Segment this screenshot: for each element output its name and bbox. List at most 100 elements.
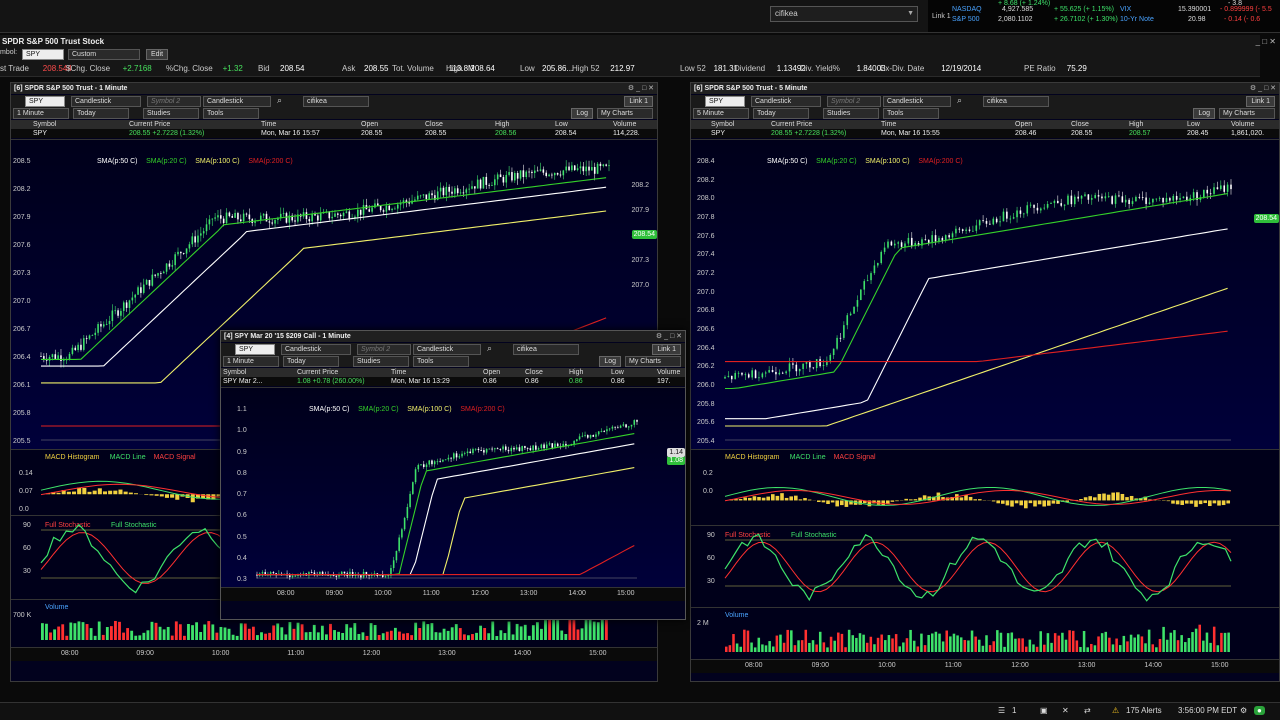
chevron-down-icon[interactable]: ▼ <box>907 10 914 17</box>
edit-button[interactable]: Edit <box>146 49 169 60</box>
log-button[interactable]: Log <box>1193 108 1215 119</box>
ticker-row-1[interactable]: NASDAQ 4,927.585 + 55.625 (+ 1.15%) VIX … <box>928 6 1280 15</box>
panel-title[interactable]: [4] SPY Mar 20 '15 $209 Call - 1 Minute ⚙… <box>221 331 685 342</box>
window-controls[interactable]: ⚙ _ □ ✕ <box>628 83 654 94</box>
gear-icon[interactable]: ⚙ <box>1240 706 1247 715</box>
window-controls[interactable]: ⚙ _ □ ✕ <box>1250 83 1276 94</box>
command-input[interactable]: cifikea ▼ <box>770 6 918 22</box>
symbol-input[interactable]: SPY <box>235 344 275 355</box>
stochastic-pane[interactable]: Full Stochastic Full Stochastic 90 60 30 <box>691 525 1279 607</box>
range-select[interactable]: Today <box>283 356 339 367</box>
ticker-row-2[interactable]: S&P 500 2,080.1102 + 26.7102 (+ 1.30%) 1… <box>928 16 1280 25</box>
time-axis[interactable]: 08:00 09:00 10:00 11:00 12:00 13:00 14:00 15:00 <box>221 587 685 601</box>
quote-cell: 0.86 <box>483 378 497 385</box>
menu-icon[interactable]: ☰ <box>998 706 1005 715</box>
symbol-input[interactable]: SPY <box>25 96 65 107</box>
style-select[interactable]: Candlestick <box>71 96 141 107</box>
style2-select[interactable]: Candlestick <box>413 344 481 355</box>
interval-select[interactable]: 1 Minute <box>223 356 279 367</box>
range-select[interactable]: Today <box>73 108 129 119</box>
link-badge[interactable]: Link 1 <box>932 13 951 20</box>
log-button[interactable]: Log <box>599 356 621 367</box>
volume-tick: 700 K <box>13 612 32 619</box>
quote-cell: 208.54 <box>555 130 577 137</box>
window-controls[interactable]: _ □ ✕ <box>1256 37 1276 46</box>
studies-select[interactable]: Studies <box>823 108 879 119</box>
connection-indicator[interactable]: ● <box>1254 706 1265 715</box>
quote-row[interactable]: SPY Mar 2... 1.08 +0.78 (260.00%) Mon, Mar… <box>221 377 685 386</box>
macd-bar <box>1024 500 1028 509</box>
symbol-input[interactable]: SPY <box>22 49 64 60</box>
my-charts-select[interactable]: My Charts <box>625 356 681 367</box>
tools-select[interactable]: Tools <box>883 108 939 119</box>
studies-select[interactable]: Studies <box>353 356 409 367</box>
quote-row[interactable]: SPY 208.55 +2.7228 (1.32%) Mon, Mar 16 15:… <box>691 129 1279 138</box>
log-button[interactable]: Log <box>571 108 593 119</box>
candle <box>151 274 154 286</box>
macd-bar <box>118 489 123 495</box>
price-chart-pane[interactable]: SMA(p:50 C) SMA(p:20 C) SMA(p:100 C) SMA(p:… <box>221 387 685 587</box>
candle <box>125 302 128 308</box>
macd-bar <box>1019 500 1024 506</box>
symbol2-input[interactable]: Symbol 2 <box>827 96 881 107</box>
macd-pane[interactable]: MACD Histogram MACD Line MACD Signal 0.2 0.0 <box>691 449 1279 525</box>
macd-bar <box>108 490 113 495</box>
style-select[interactable]: Candlestick <box>751 96 821 107</box>
price-chart-pane[interactable]: SMA(p:50 C) SMA(p:20 C) SMA(p:100 C) SMA(p:… <box>691 139 1279 449</box>
chart-panel-option[interactable]: [4] SPY Mar 20 '15 $209 Call - 1 Minute ⚙… <box>220 330 686 620</box>
panel-title[interactable]: [6] SPDR S&P 500 Trust - 5 Minute ⚙ _ □ ✕ <box>691 83 1279 94</box>
alerts-count[interactable]: 175 Alerts <box>1126 706 1162 715</box>
symbol2-input[interactable]: Symbol 2 <box>147 96 201 107</box>
volume-bar <box>231 634 235 640</box>
symbol2-input[interactable]: Symbol 2 <box>357 344 411 355</box>
screen-icon[interactable]: ▣ <box>1040 706 1048 715</box>
style2-select[interactable]: Candlestick <box>203 96 271 107</box>
time-axis[interactable]: 08:00 09:00 10:00 11:00 12:00 13:00 14:00 15:00 <box>11 647 657 661</box>
chart-panel-5min[interactable]: [6] SPDR S&P 500 Trust - 5 Minute ⚙ _ □ ✕… <box>690 82 1280 682</box>
macd-bar <box>1212 500 1217 504</box>
style2-select[interactable]: Candlestick <box>883 96 951 107</box>
sub-symbol-select[interactable]: cifikea <box>513 344 579 355</box>
search-icon[interactable]: ⌕ <box>277 95 282 106</box>
candle <box>597 431 600 435</box>
link-button[interactable]: Link 1 <box>624 96 653 107</box>
tools-select[interactable]: Tools <box>413 356 469 367</box>
candle <box>741 372 743 375</box>
sub-symbol-select[interactable]: cifikea <box>983 96 1049 107</box>
tools-icon[interactable]: ✕ <box>1062 706 1069 715</box>
panel-title[interactable]: [6] SPDR S&P 500 Trust - 1 Minute ⚙ _ □ ✕ <box>11 83 657 94</box>
volume-pane[interactable]: Volume 2 M <box>691 607 1279 659</box>
my-charts-select[interactable]: My Charts <box>1219 108 1275 119</box>
studies-select[interactable]: Studies <box>143 108 199 119</box>
candle <box>311 214 313 222</box>
symbol-input[interactable]: SPY <box>705 96 745 107</box>
candle <box>461 453 463 457</box>
range-select[interactable]: Today <box>753 108 809 119</box>
search-icon[interactable]: ⌕ <box>487 343 492 354</box>
search-icon[interactable]: ⌕ <box>957 95 962 106</box>
interval-select[interactable]: 1 Minute <box>13 108 69 119</box>
volume-bar <box>753 647 757 652</box>
candle <box>961 229 964 231</box>
time-axis[interactable]: 08:00 09:00 10:00 11:00 12:00 13:00 14:00 15:00 <box>691 659 1279 673</box>
alert-icon[interactable]: ⚠ <box>1112 706 1119 715</box>
link-button[interactable]: Link 1 <box>1246 96 1275 107</box>
candle <box>422 194 425 196</box>
my-charts-select[interactable]: My Charts <box>597 108 653 119</box>
sub-symbol-select[interactable]: cifikea <box>303 96 369 107</box>
interval-select[interactable]: 5 Minute <box>693 108 749 119</box>
layout-select[interactable]: Custom <box>68 49 140 60</box>
quote-row[interactable]: SPY 208.55 +2.7228 (1.32%) Mon, Mar 16 15:… <box>11 129 657 138</box>
volume-bar <box>786 629 789 652</box>
link-button[interactable]: Link 1 <box>652 344 681 355</box>
tools-select[interactable]: Tools <box>203 108 259 119</box>
style-select[interactable]: Candlestick <box>281 344 351 355</box>
candle <box>1169 198 1171 201</box>
window-controls[interactable]: ⚙ _ □ ✕ <box>656 331 682 342</box>
candle <box>488 448 491 450</box>
candle <box>593 167 596 174</box>
volume-bar <box>1057 635 1061 652</box>
volume-bar <box>974 636 977 652</box>
arrows-icon[interactable]: ⇄ <box>1084 706 1091 715</box>
volume-bar <box>150 621 154 640</box>
